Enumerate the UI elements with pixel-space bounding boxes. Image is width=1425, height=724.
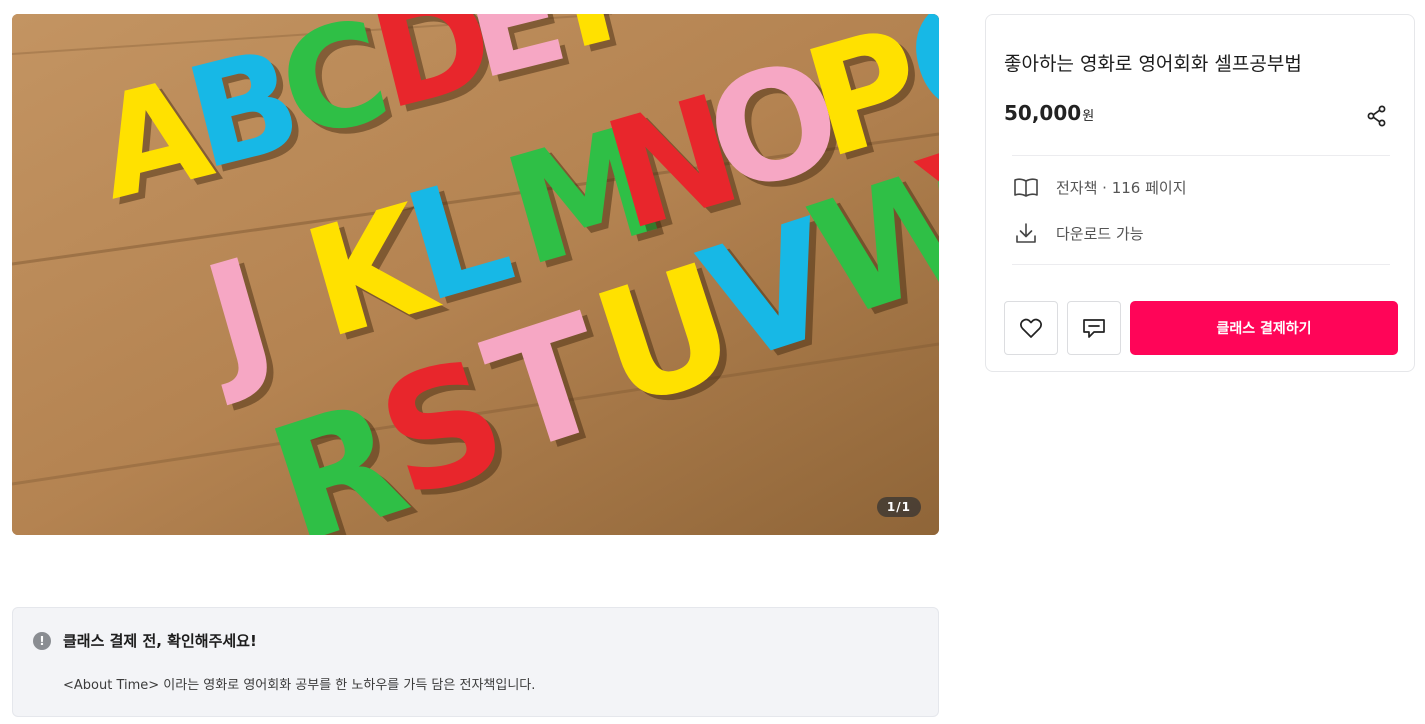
alphabet-photo: AABBCCDDEEFFGGHHIIJJKKLLMMNNOOPPQQRRSSTT… — [12, 14, 939, 535]
book-icon — [1012, 173, 1040, 201]
price-value: 50,000 — [1004, 101, 1082, 125]
info-icon: ! — [33, 632, 51, 650]
format-text: 전자책 · 116 페이지 — [1056, 178, 1187, 197]
format-row: 전자책 · 116 페이지 — [1012, 173, 1187, 201]
share-button[interactable] — [1364, 103, 1390, 129]
product-price: 50,000원 — [1004, 101, 1094, 125]
purchase-card: 좋아하는 영화로 영어회화 셀프공부법 50,000원 전자책 · 116 페이… — [985, 14, 1415, 372]
purchase-notice: ! 클래스 결제 전, 확인해주세요! <About Time> 이라는 영화로… — [12, 607, 939, 717]
heart-icon — [1020, 318, 1042, 338]
divider — [1012, 155, 1390, 156]
divider — [1012, 264, 1390, 265]
download-text: 다운로드 가능 — [1056, 224, 1144, 243]
image-counter: 1/1 — [876, 497, 921, 517]
notice-title: 클래스 결제 전, 확인해주세요! — [63, 632, 257, 650]
product-title: 좋아하는 영화로 영어회화 셀프공부법 — [1004, 53, 1302, 75]
download-icon — [1012, 219, 1040, 247]
inquiry-button[interactable] — [1067, 301, 1121, 355]
price-currency: 원 — [1082, 109, 1095, 124]
download-row: 다운로드 가능 — [1012, 219, 1144, 247]
like-button[interactable] — [1004, 301, 1058, 355]
notice-body: <About Time> 이라는 영화로 영어회화 공부를 한 노하우를 가득 … — [63, 678, 536, 693]
chat-icon — [1083, 319, 1105, 338]
share-icon — [1367, 105, 1386, 127]
product-image[interactable]: AABBCCDDEEFFGGHHIIJJKKLLMMNNOOPPQQRRSSTT… — [12, 14, 939, 535]
pay-button[interactable]: 클래스 결제하기 — [1130, 301, 1398, 355]
